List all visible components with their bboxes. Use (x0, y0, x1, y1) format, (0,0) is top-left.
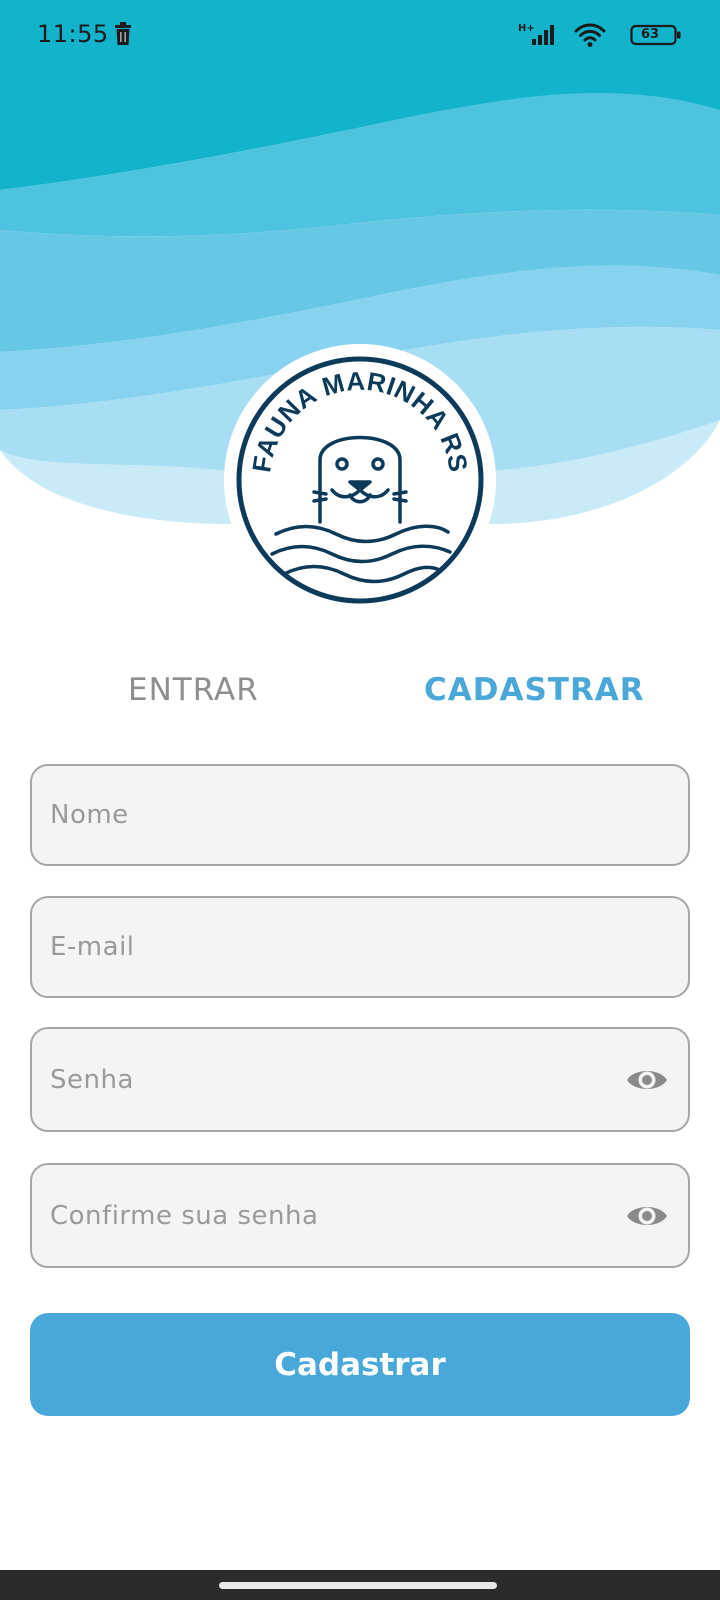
password-input[interactable] (50, 1029, 610, 1130)
register-screen: 11:55 H+ 63 FAUNA MARINHA RS ENTRAR CADA… (0, 0, 720, 1600)
battery-level: 63 (640, 27, 660, 42)
confirm-password-field[interactable] (30, 1163, 690, 1268)
wifi-icon (574, 23, 606, 47)
eye-icon[interactable] (626, 1200, 668, 1232)
home-gesture-handle[interactable] (219, 1582, 497, 1589)
name-field[interactable] (30, 764, 690, 866)
email-input[interactable] (50, 898, 610, 996)
status-bar: 11:55 H+ 63 (0, 0, 720, 68)
register-button[interactable]: Cadastrar (30, 1313, 690, 1416)
signal-icon: H+ (518, 23, 554, 45)
auth-tabs: ENTRAR CADASTRAR (0, 672, 720, 732)
name-input[interactable] (50, 766, 610, 864)
tab-login[interactable]: ENTRAR (128, 672, 259, 708)
app-logo: FAUNA MARINHA RS (224, 344, 496, 616)
navigation-bar (0, 1570, 720, 1600)
email-field[interactable] (30, 896, 690, 998)
status-icons: H+ 63 (442, 20, 682, 50)
confirm-password-input[interactable] (50, 1165, 610, 1266)
password-field[interactable] (30, 1027, 690, 1132)
eye-icon[interactable] (626, 1064, 668, 1096)
status-time: 11:55 (37, 20, 109, 48)
trash-icon (115, 22, 131, 45)
svg-text:H+: H+ (518, 23, 535, 34)
tab-register[interactable]: CADASTRAR (424, 672, 645, 708)
